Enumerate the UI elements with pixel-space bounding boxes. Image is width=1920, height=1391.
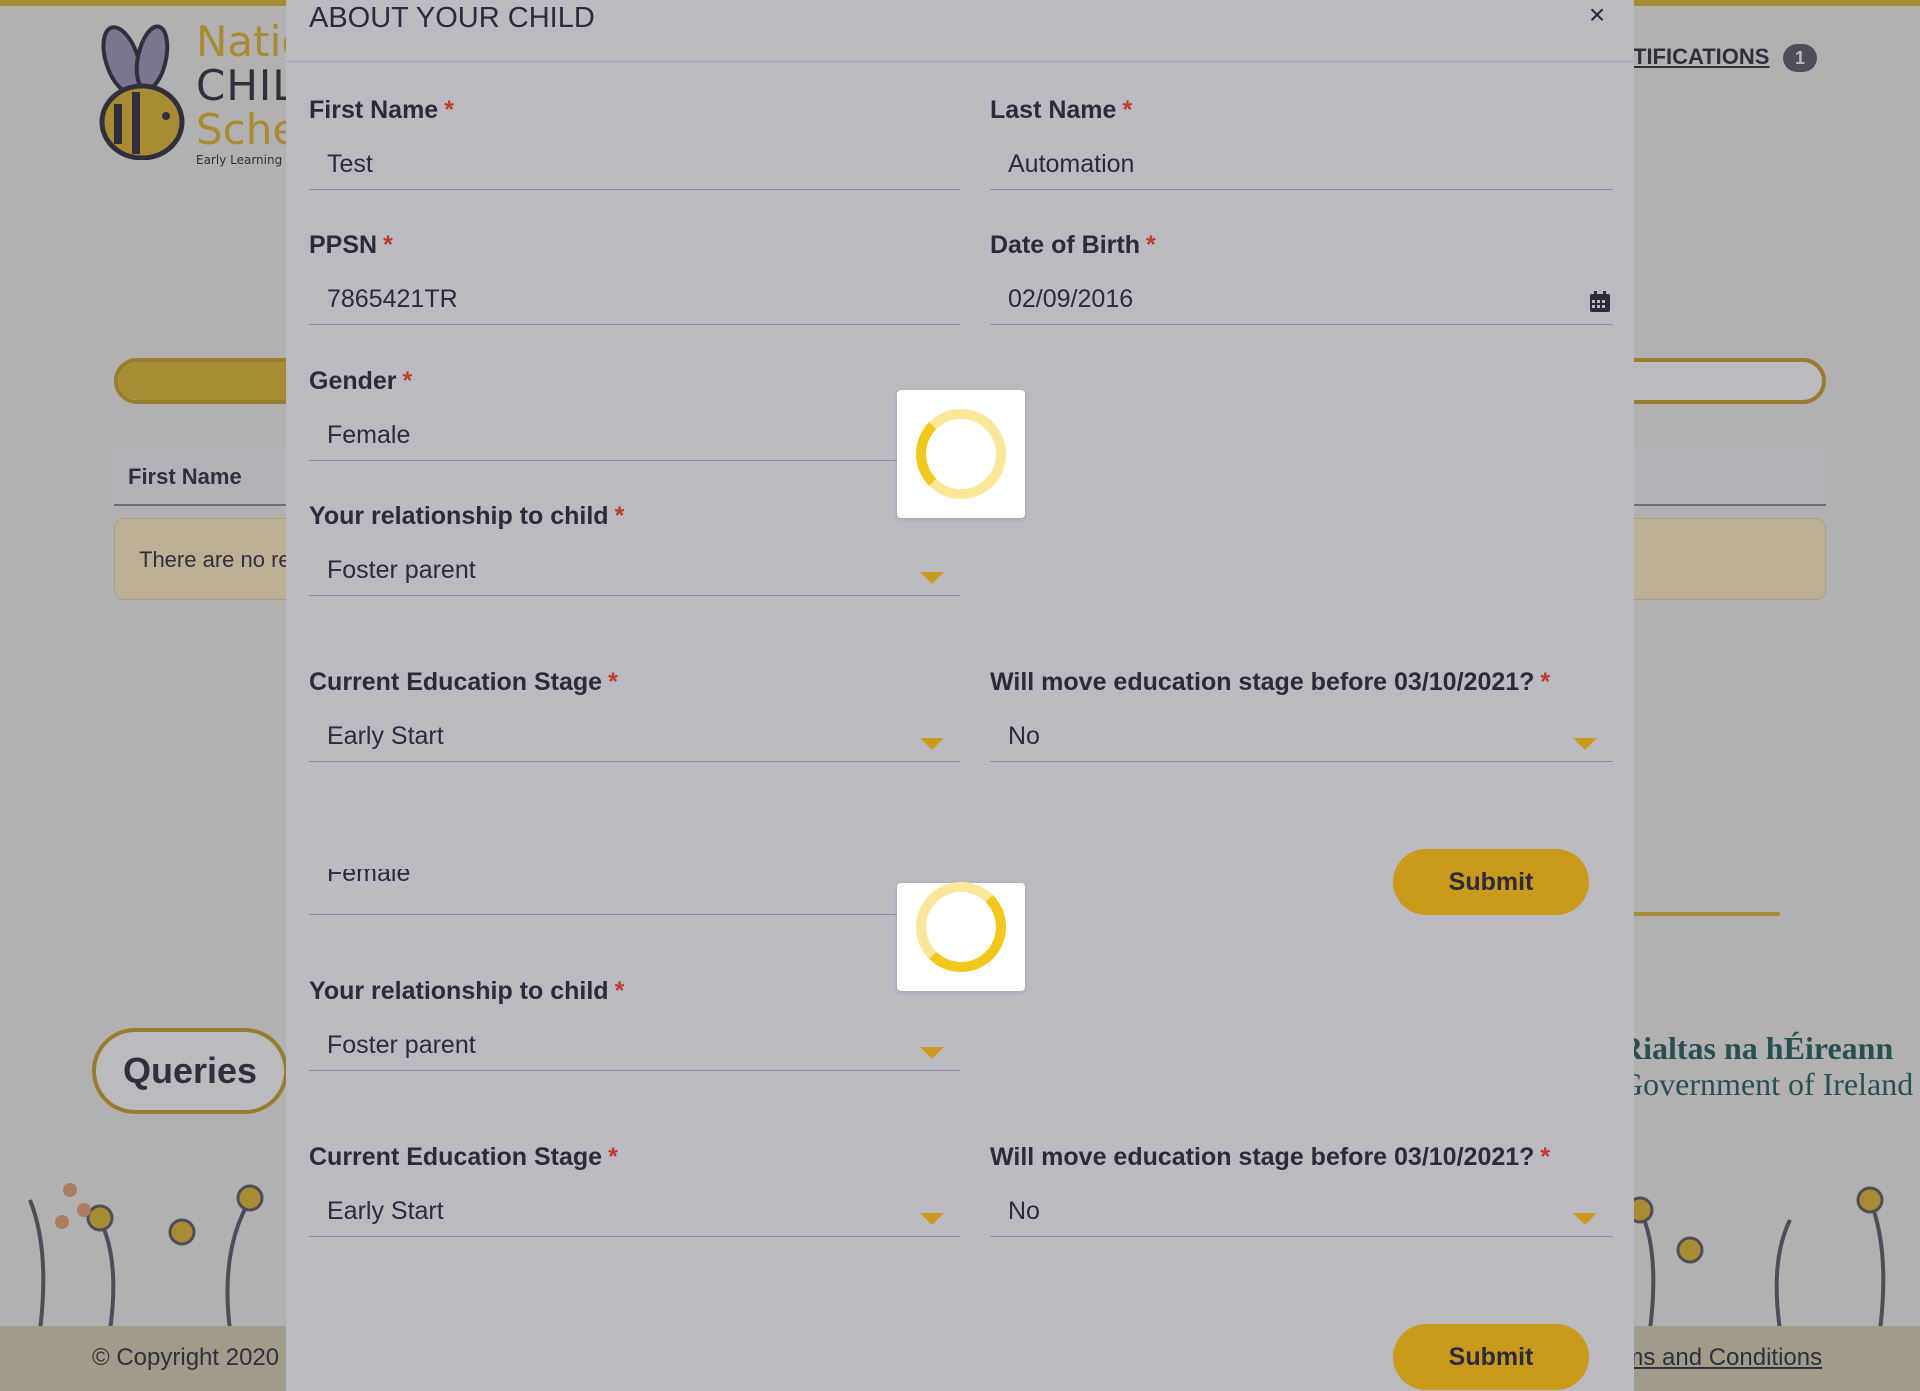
relationship-field: Your relationship to child * Foster paren…: [309, 500, 960, 596]
first-name-label: First Name *: [309, 96, 454, 124]
loading-spinner: [897, 390, 1025, 518]
duplicate-move-stage-select[interactable]: No: [990, 1191, 1613, 1237]
chevron-down-icon: [920, 738, 944, 750]
last-name-field: Last Name * Automation: [990, 94, 1613, 190]
gender-label: Gender *: [309, 367, 413, 395]
duplicate-relationship-label: Your relationship to child *: [309, 977, 625, 1005]
duplicate-move-stage-label: Will move education stage before 03/10/2…: [990, 1143, 1551, 1171]
date-of-birth-field: Date of Birth * 02/09/2016: [990, 229, 1613, 325]
move-stage-field: Will move education stage before 03/10/2…: [990, 666, 1613, 762]
modal-title: ABOUT YOUR CHILD: [309, 2, 595, 34]
duplicate-move-stage-field: Will move education stage before 03/10/2…: [990, 1141, 1613, 1237]
duplicate-form-section: Female Your relationship to child * Foste…: [286, 869, 1634, 1391]
date-of-birth-input[interactable]: 02/09/2016: [990, 279, 1613, 325]
ppsn-label: PPSN *: [309, 231, 393, 259]
gender-field: Gender * Female: [309, 365, 960, 461]
first-name-input[interactable]: Test: [309, 144, 960, 190]
chevron-down-icon: [920, 1213, 944, 1225]
gender-select[interactable]: Female: [309, 415, 960, 461]
calendar-icon[interactable]: [1589, 291, 1611, 313]
education-stage-select[interactable]: Early Start: [309, 716, 960, 762]
duplicate-gender-select[interactable]: Female: [309, 869, 960, 915]
chevron-down-icon: [920, 572, 944, 584]
duplicate-relationship-select[interactable]: Foster parent: [309, 1025, 960, 1071]
about-your-child-modal: ABOUT YOUR CHILD × First Name * Test Last…: [286, 0, 1634, 1391]
relationship-label: Your relationship to child *: [309, 502, 625, 530]
chevron-down-icon: [920, 1047, 944, 1059]
education-stage-label: Current Education Stage *: [309, 668, 618, 696]
spinner-arc-icon: [916, 409, 1006, 499]
chevron-down-icon: [1573, 738, 1597, 750]
last-name-label: Last Name *: [990, 96, 1133, 124]
modal-header: ABOUT YOUR CHILD ×: [286, 0, 1634, 62]
relationship-select[interactable]: Foster parent: [309, 550, 960, 596]
duplicate-gender-field: Female: [309, 869, 960, 939]
last-name-input[interactable]: Automation: [990, 144, 1613, 190]
education-stage-field: Current Education Stage * Early Start: [309, 666, 960, 762]
duplicate-education-stage-select[interactable]: Early Start: [309, 1191, 960, 1237]
submit-button[interactable]: Submit: [1393, 849, 1589, 915]
duplicate-submit-button[interactable]: Submit: [1393, 1324, 1589, 1390]
date-of-birth-label: Date of Birth *: [990, 231, 1156, 259]
ppsn-field: PPSN * 7865421TR: [309, 229, 960, 325]
chevron-down-icon: [1573, 1213, 1597, 1225]
move-stage-select[interactable]: No: [990, 716, 1613, 762]
duplicate-education-stage-field: Current Education Stage * Early Start: [309, 1141, 960, 1237]
duplicate-relationship-field: Your relationship to child * Foster paren…: [309, 975, 960, 1071]
ppsn-input[interactable]: 7865421TR: [309, 279, 960, 325]
spinner-arc-icon: [916, 882, 1006, 972]
close-icon[interactable]: ×: [1582, 0, 1612, 30]
move-stage-label: Will move education stage before 03/10/2…: [990, 668, 1551, 696]
first-name-field: First Name * Test: [309, 94, 960, 190]
duplicate-education-stage-label: Current Education Stage *: [309, 1143, 618, 1171]
